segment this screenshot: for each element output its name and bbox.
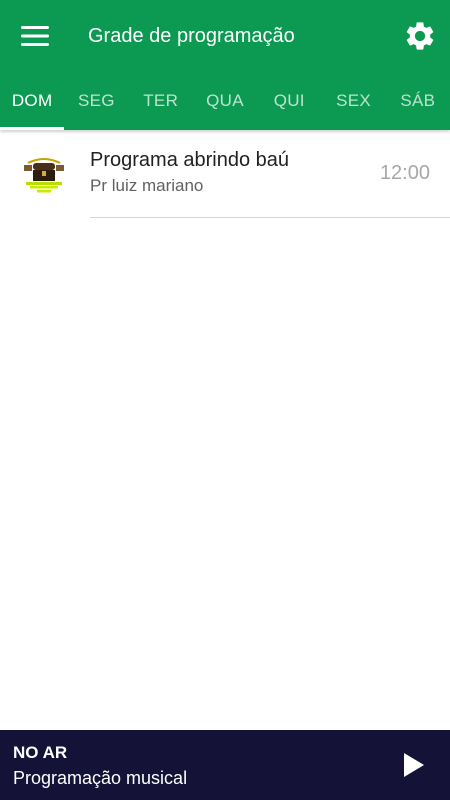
tab-dom[interactable]: DOM [0,72,65,130]
program-thumbnail [18,150,70,198]
tab-ter[interactable]: TER [129,72,193,130]
app-bar: Grade de programação DOM SEG TER QUA QUI… [0,0,450,130]
now-playing-text: Programação musical [13,768,188,788]
menu-button[interactable] [14,18,56,54]
gear-icon [406,22,434,50]
tab-sex[interactable]: SEX [321,72,385,130]
program-host: Pr luiz mariano [90,176,204,195]
divider [90,217,450,218]
play-icon [404,753,424,777]
tab-seg[interactable]: SEG [64,72,128,130]
page-title: Grade de programação [88,25,295,47]
program-name: Programa abrindo baú [90,149,290,171]
tab-sab[interactable]: SÁB [386,72,450,130]
tab-qua[interactable]: QUA [193,72,257,130]
on-air-label: NO AR [13,743,68,762]
program-time: 12:00 [379,162,430,184]
play-button[interactable] [396,747,432,783]
day-tabs: DOM SEG TER QUA QUI SEX SÁB [0,72,450,130]
hamburger-menu-icon [21,26,49,46]
list-item[interactable]: Programa abrindo baú Pr luiz mariano 12:… [0,130,450,218]
toolbar: Grade de programação [0,0,450,72]
program-list: Programa abrindo baú Pr luiz mariano 12:… [0,130,450,218]
tab-qui[interactable]: QUI [257,72,321,130]
player-bar: NO AR Programação musical [0,730,450,800]
settings-button[interactable] [400,16,440,56]
treasure-chest-logo [18,150,70,198]
